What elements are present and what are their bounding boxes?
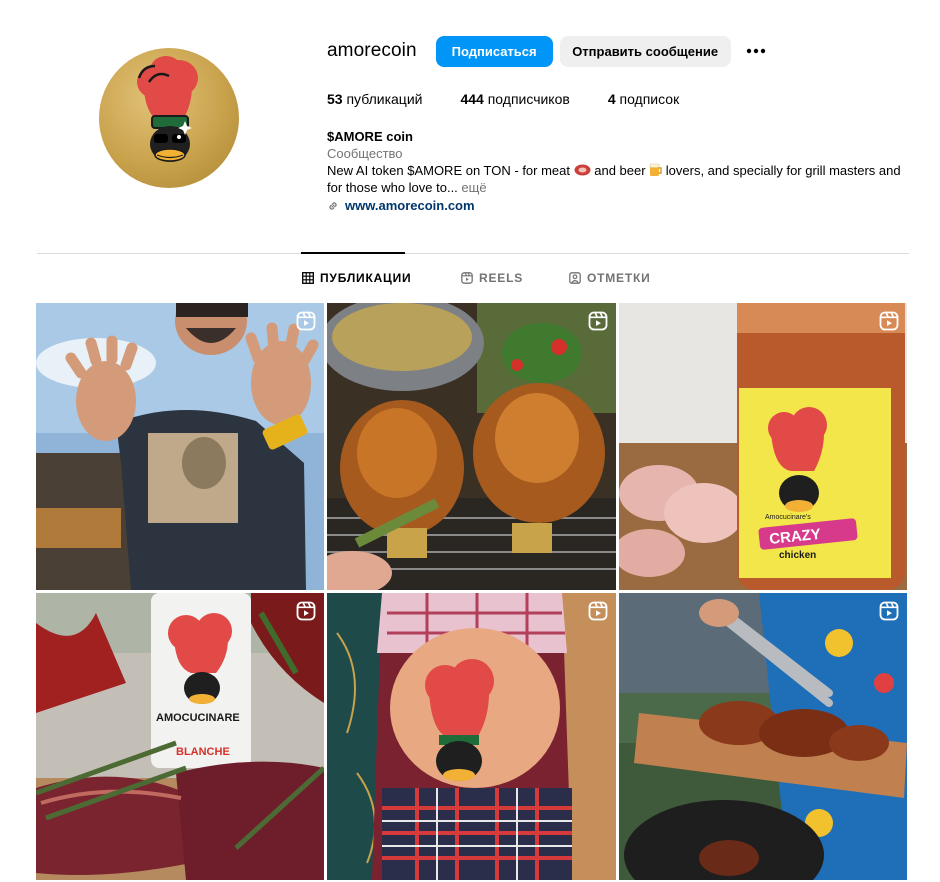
bio-website-link[interactable]: www.amorecoin.com — [327, 197, 917, 214]
bottle-label-brand: AMOCUCINARE — [156, 712, 240, 724]
meat-emoji-icon — [574, 164, 591, 176]
link-icon — [329, 201, 337, 210]
post-image-man-waving — [36, 303, 324, 590]
jar-label-chicken: chicken — [779, 550, 816, 561]
reel-badge-icon — [588, 601, 608, 621]
profile-tabs: ПУБЛИКАЦИИ REELS ОТМЕТКИ — [0, 271, 940, 287]
profile-avatar[interactable] — [99, 48, 239, 188]
bio-display-name: $AMORE coin — [327, 129, 413, 144]
posts-count: 53 публикаций — [327, 91, 423, 107]
profile-stats: 53 публикаций 444 подписчиков 4 подписок — [327, 91, 717, 107]
reel-badge-icon — [296, 311, 316, 331]
bio-category: Сообщество — [327, 146, 403, 161]
post-tile-1[interactable] — [36, 303, 324, 590]
post-tile-5[interactable] — [327, 593, 616, 880]
post-image-beer-can-chickens — [327, 303, 616, 590]
bio-text: New AI token $AMORE on TON - for meat an… — [327, 163, 901, 195]
profile-username: amorecoin — [327, 40, 417, 61]
reel-badge-icon — [879, 601, 899, 621]
reel-badge-icon — [296, 601, 316, 621]
follow-button[interactable]: Подписаться — [435, 35, 553, 67]
post-image-painted-belly — [327, 593, 616, 880]
bottle-label-blanche: BLANCHE — [176, 746, 230, 758]
send-message-button[interactable]: Отправить сообщение — [559, 35, 731, 67]
post-tile-3[interactable]: CRAZY chicken Amocucinare's — [619, 303, 907, 590]
more-options-button[interactable] — [740, 35, 772, 67]
post-image-chicken-plank — [619, 593, 907, 880]
post-tile-4[interactable]: AMOCUCINARE BLANCHE — [36, 593, 324, 880]
tab-posts[interactable]: ПУБЛИКАЦИИ — [302, 271, 411, 285]
followers-count[interactable]: 444 подписчиков — [460, 91, 569, 107]
active-tab-indicator — [301, 252, 405, 254]
post-tile-6[interactable] — [619, 593, 907, 880]
tagged-icon — [569, 272, 581, 284]
following-count[interactable]: 4 подписок — [608, 91, 679, 107]
bio-more-link[interactable]: ещё — [461, 180, 486, 195]
jar-label-brand: Amocucinare's — [765, 514, 811, 521]
tabs-divider — [37, 253, 909, 254]
post-image-spice-jar: CRAZY chicken Amocucinare's — [619, 303, 907, 590]
beer-emoji-icon — [649, 163, 662, 176]
grid-icon — [302, 272, 314, 284]
reel-badge-icon — [588, 311, 608, 331]
post-tile-2[interactable] — [327, 303, 616, 590]
reel-badge-icon — [879, 311, 899, 331]
duck-chef-logo-icon — [137, 56, 198, 162]
post-image-bottle-steaks: AMOCUCINARE BLANCHE — [36, 593, 324, 880]
profile-bio: $AMORE coin Сообщество New AI token $AMO… — [327, 128, 917, 214]
more-horizontal-icon — [746, 48, 765, 54]
tab-tagged[interactable]: ОТМЕТКИ — [569, 271, 651, 285]
profile-header-row: amorecoin Подписаться Отправить сообщени… — [327, 35, 772, 67]
reels-icon — [461, 272, 473, 284]
tab-reels[interactable]: REELS — [461, 271, 523, 285]
